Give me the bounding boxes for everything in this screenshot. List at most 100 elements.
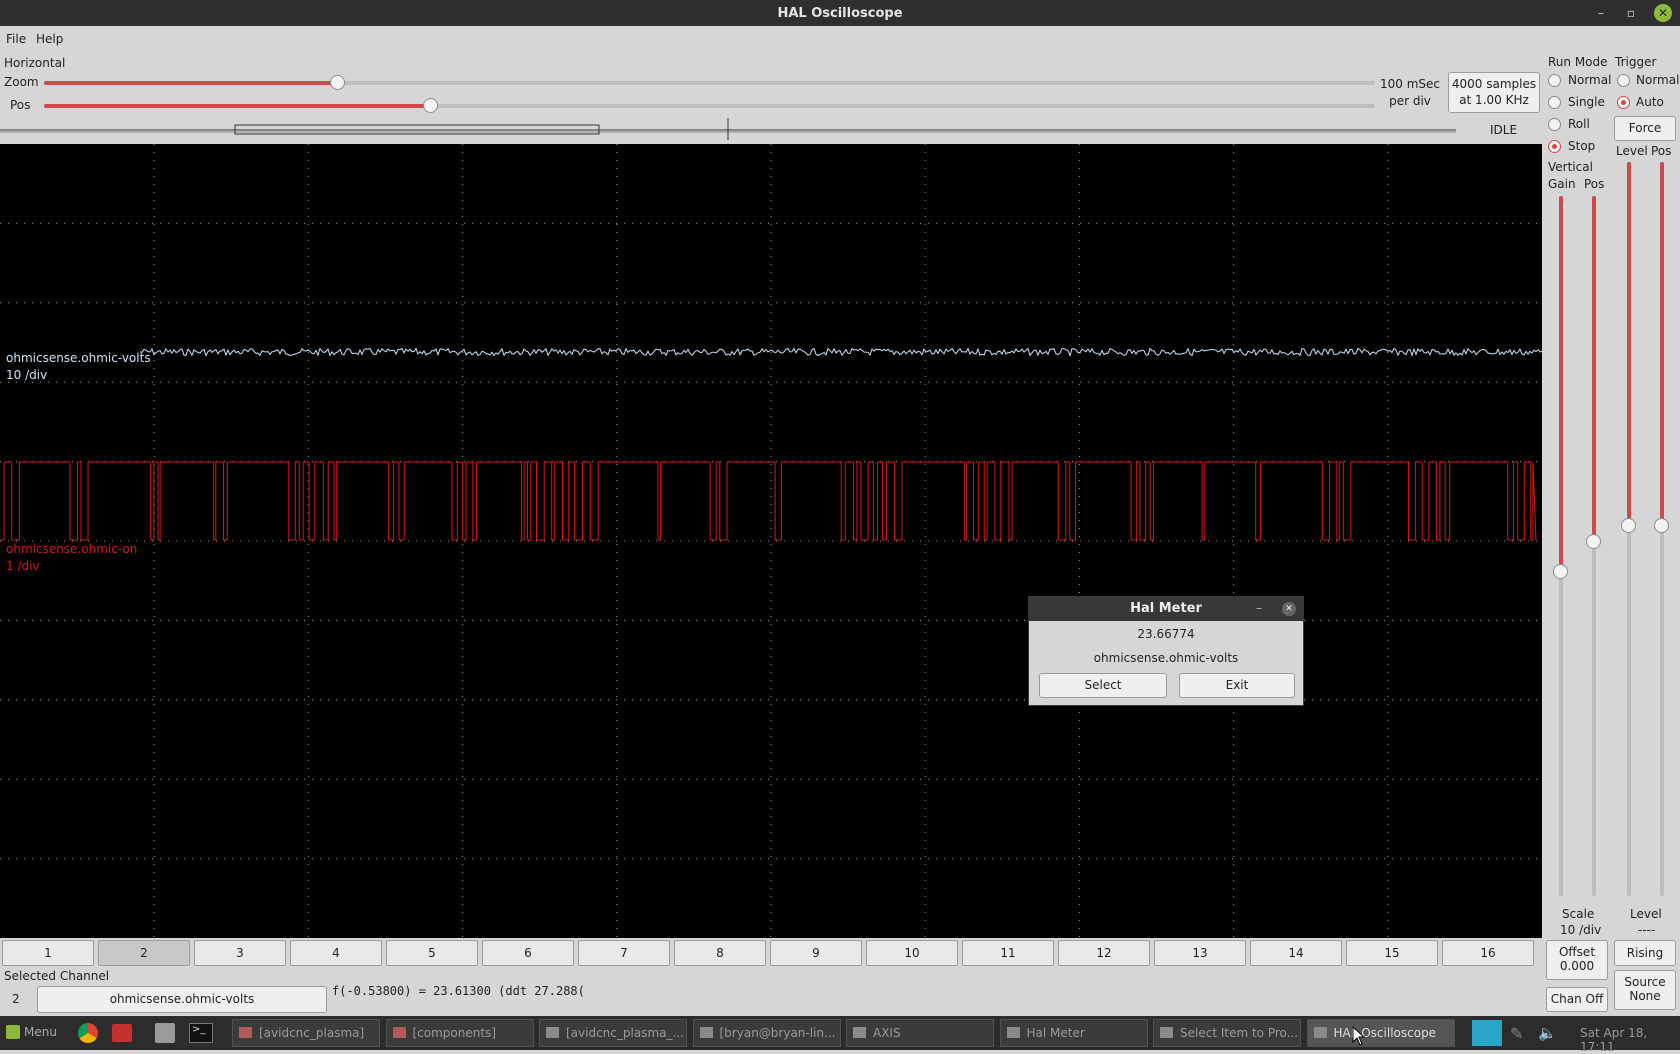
minimize-icon[interactable]: – (1592, 4, 1610, 22)
vertical-pos-slider[interactable] (1586, 196, 1601, 896)
mouse-cursor-icon (1352, 1026, 1366, 1046)
channel-tab-10[interactable]: 10 (866, 940, 958, 966)
taskbar-task[interactable]: Select Item to Pro... (1153, 1019, 1301, 1047)
file-manager-icon[interactable] (155, 1023, 175, 1043)
hal-meter-close-icon[interactable]: ✕ (1282, 602, 1296, 616)
channel-tab-3[interactable]: 3 (194, 940, 286, 966)
taskbar-task-icon (239, 1027, 252, 1038)
zoom-slider-handle[interactable] (329, 75, 345, 90)
scale-value: 10 /div (1560, 923, 1602, 937)
trigger-normal-radio[interactable] (1617, 74, 1630, 87)
scope-display[interactable]: ohmicsense.ohmic-volts 10 /div ohmicsens… (0, 144, 1542, 938)
channel-tab-16[interactable]: 16 (1442, 940, 1534, 966)
trigger-source-value: None (1629, 989, 1661, 1003)
selected-channel-number: 2 (12, 992, 20, 1006)
samples-button[interactable]: 4000 samples at 1.00 KHz (1448, 72, 1540, 113)
channel-tab-6[interactable]: 6 (482, 940, 574, 966)
samples-line2: at 1.00 KHz (1459, 93, 1529, 107)
trace2-name: ohmicsense.ohmic-on (6, 542, 137, 556)
close-icon[interactable]: ✕ (1654, 4, 1672, 22)
trigger-level-handle[interactable] (1621, 518, 1636, 533)
channel-tab-1[interactable]: 1 (2, 940, 94, 966)
taskbar-task-icon (699, 1027, 713, 1038)
taskbar-task-label: [avidcnc_plasma_... (566, 1026, 684, 1040)
taskbar-task[interactable]: [avidcnc_plasma] (232, 1019, 380, 1047)
offset-button[interactable]: Offset 0.000 (1546, 940, 1608, 980)
channel-tab-8[interactable]: 8 (674, 940, 766, 966)
channel-tab-15[interactable]: 15 (1346, 940, 1438, 966)
taskbar-task[interactable]: HAL Oscilloscope (1306, 1019, 1455, 1047)
trace-ohmic-on (0, 461, 1537, 541)
run-mode-single-label: Single (1568, 95, 1605, 109)
hal-meter-value: 23.66774 (1137, 627, 1195, 641)
vertical-gain-fill (1559, 196, 1563, 574)
channel-tab-13[interactable]: 13 (1154, 940, 1246, 966)
restore-icon[interactable]: ▫ (1622, 4, 1640, 22)
taskbar-task-label: [bryan@bryan-lin... (719, 1026, 836, 1040)
network-applet-icon[interactable] (1472, 1020, 1502, 1046)
hal-meter-pin: ohmicsense.ohmic-volts (1093, 651, 1239, 665)
channel-tab-2[interactable]: 2 (98, 940, 190, 966)
trigger-source-button[interactable]: Source None (1614, 970, 1676, 1010)
scope-state: IDLE (1490, 123, 1518, 137)
vertical-gain-slider[interactable] (1553, 196, 1568, 896)
chrome-icon[interactable] (78, 1023, 98, 1043)
channel-tab-12[interactable]: 12 (1058, 940, 1150, 966)
taskbar-menu-label[interactable]: Menu (24, 1025, 57, 1039)
rising-button[interactable]: Rising (1614, 940, 1676, 966)
terminal-icon[interactable]: >_ (189, 1023, 213, 1043)
force-button[interactable]: Force (1614, 116, 1676, 141)
run-mode-single-radio[interactable] (1548, 96, 1561, 109)
menu-help[interactable]: Help (36, 32, 63, 46)
vertical-gain-handle[interactable] (1553, 564, 1568, 579)
window-title: HAL Oscilloscope (777, 6, 903, 21)
trigger-level-slider[interactable] (1621, 162, 1636, 896)
pos-slider-handle[interactable] (422, 98, 438, 113)
pos-slider[interactable] (44, 98, 1375, 113)
taskbar-task[interactable]: [bryan@bryan-lin... (692, 1019, 841, 1047)
run-mode-roll-radio[interactable] (1548, 118, 1561, 131)
pen-icon[interactable]: ✎ (1510, 1024, 1523, 1043)
rate-line1: 100 mSec (1380, 77, 1441, 91)
app-icon-red[interactable] (112, 1024, 132, 1042)
run-mode-normal-radio[interactable] (1548, 74, 1561, 87)
trigger-auto-label: Auto (1636, 95, 1664, 109)
mint-menu-icon[interactable] (6, 1025, 20, 1039)
run-mode-stop-label: Stop (1568, 139, 1596, 153)
taskbar-task-label: [components] (412, 1026, 497, 1040)
hal-meter-minimize-icon[interactable]: – (1256, 601, 1262, 615)
trigger-pos-handle[interactable] (1654, 518, 1669, 533)
scope-grid (0, 144, 1542, 938)
trace1-scale: 10 /div (6, 368, 47, 382)
channel-tab-9[interactable]: 9 (770, 940, 862, 966)
trace2-scale: 1 /div (6, 559, 40, 573)
menu-file[interactable]: File (6, 32, 26, 46)
channel-readout: f(-0.53800) = 23.61300 (ddt 27.288( (332, 984, 585, 998)
hal-meter-exit-button[interactable]: Exit (1179, 673, 1295, 698)
offset-value: 0.000 (1559, 959, 1595, 973)
run-mode-stop-radio[interactable] (1548, 140, 1561, 153)
selected-channel-name-button[interactable]: ohmicsense.ohmic-volts (37, 986, 327, 1013)
channel-tab-5[interactable]: 5 (386, 940, 478, 966)
chan-off-button[interactable]: Chan Off (1546, 987, 1608, 1012)
taskbar-task[interactable]: [components] (385, 1019, 534, 1047)
trigger-level-label: Level (1616, 144, 1648, 158)
taskbar-task-icon (853, 1027, 866, 1038)
trigger-auto-radio[interactable] (1617, 96, 1630, 109)
channel-tab-14[interactable]: 14 (1250, 940, 1342, 966)
taskbar-task[interactable]: AXIS (846, 1019, 994, 1047)
zoom-slider[interactable] (44, 75, 1375, 90)
channel-tab-11[interactable]: 11 (962, 940, 1054, 966)
trigger-pos-slider[interactable] (1654, 162, 1669, 896)
samples-line1: 4000 samples (1451, 77, 1537, 91)
record-position-bar[interactable] (0, 118, 1460, 142)
vertical-gain-label: Gain (1548, 177, 1576, 191)
taskbar-task[interactable]: [avidcnc_plasma_... (539, 1019, 687, 1047)
channel-tab-4[interactable]: 4 (290, 940, 382, 966)
channel-tab-7[interactable]: 7 (578, 940, 670, 966)
hal-meter-select-button[interactable]: Select (1039, 673, 1167, 698)
volume-icon[interactable]: 🔈 (1538, 1024, 1557, 1042)
taskbar-task[interactable]: Hal Meter (999, 1019, 1148, 1047)
vertical-pos-handle[interactable] (1586, 534, 1601, 549)
taskbar-task-label: Select Item to Pro... (1180, 1026, 1299, 1040)
